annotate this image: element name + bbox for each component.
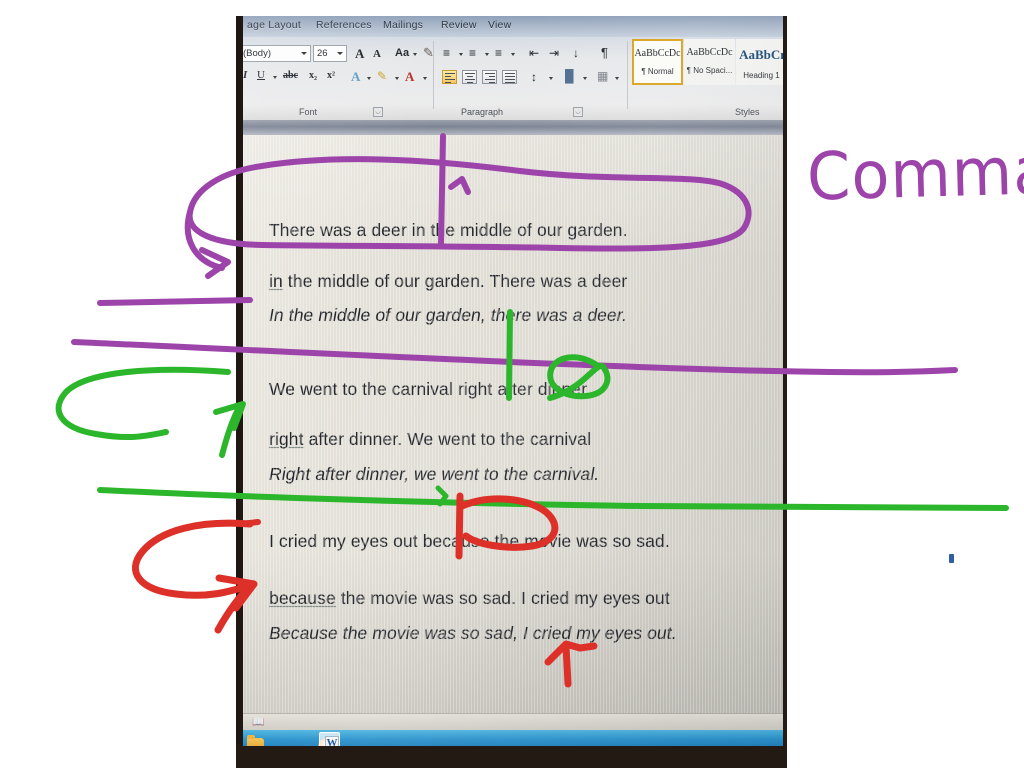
chevron-down-icon[interactable] — [549, 77, 553, 80]
show-formatting-marks-icon[interactable]: ¶ — [601, 46, 608, 59]
chevron-down-icon[interactable] — [615, 77, 619, 80]
shading-icon[interactable]: █ — [565, 70, 574, 82]
font-dialog-launcher[interactable]: ◡ — [373, 107, 383, 117]
chevron-down-icon — [301, 52, 307, 55]
line-spacing-icon[interactable]: ↕ — [531, 71, 537, 83]
chevron-down-icon[interactable] — [413, 53, 417, 56]
doc-line-deer-1: There was a deer in the middle of our ga… — [269, 220, 628, 240]
screen-bezel-bottom — [236, 744, 787, 768]
multilevel-list-icon[interactable]: ≡ — [495, 47, 502, 59]
group-separator — [627, 41, 628, 109]
style-normal[interactable]: AaBbCcDc ¶ Normal — [632, 39, 683, 85]
ribbon-body: (Body) 26 A A Aa ✎ I U abc x₂ x² A ✎ A F… — [243, 37, 783, 120]
taskbar-media-player[interactable] — [279, 732, 336, 746]
chevron-down-icon[interactable] — [583, 77, 587, 80]
purple-dash-line-3 — [97, 297, 253, 306]
ribbon: age Layout References Mailings Review Vi… — [243, 16, 783, 120]
numbering-icon[interactable]: ≡ — [469, 47, 476, 59]
sort-icon[interactable]: ↓ — [573, 47, 579, 59]
style-name: ¶ No Spaci... — [686, 66, 733, 75]
font-name-value: (Body) — [243, 48, 271, 59]
green-loop-left — [55, 366, 231, 441]
highlight-icon[interactable]: ✎ — [377, 70, 387, 82]
chevron-down-icon[interactable] — [511, 53, 515, 56]
purple-arrowhead-line-2 — [199, 247, 231, 279]
group-separator — [433, 41, 434, 109]
chevron-down-icon[interactable] — [423, 77, 427, 80]
doc-line-deer-3: In the middle of our garden, there was a… — [269, 305, 628, 325]
handwritten-note: Comma — [806, 132, 1024, 216]
doc-line-movie-2: because the movie was so sad. I cried my… — [269, 588, 670, 608]
bullets-icon[interactable]: ≡ — [443, 47, 450, 59]
purple-arrow-to-line-2 — [184, 209, 225, 271]
tab-view[interactable]: View — [488, 19, 511, 31]
ribbon-tab-strip: age Layout References Mailings Review Vi… — [243, 16, 783, 37]
align-center-icon[interactable] — [462, 70, 477, 84]
folder-icon — [247, 735, 264, 746]
handwritten-note-text: Comma — [806, 131, 1024, 216]
tab-references[interactable]: References — [316, 19, 372, 31]
styles-group-label: Styles — [735, 107, 760, 117]
chevron-down-icon[interactable] — [273, 76, 277, 79]
font-name-combo[interactable]: (Body) — [243, 45, 311, 62]
doc-line-movie-1: I cried my eyes out because the movie wa… — [269, 531, 670, 551]
italic-icon[interactable]: I — [243, 70, 247, 81]
document-ruler[interactable] — [243, 120, 783, 135]
change-case-icon[interactable]: Aa — [395, 48, 409, 59]
style-no-spacing[interactable]: AaBbCcDc ¶ No Spaci... — [684, 39, 735, 85]
style-sample: AaBbCcDc — [686, 47, 733, 58]
subscript-icon[interactable]: x₂ — [309, 71, 317, 81]
document-page[interactable]: There was a deer in the middle of our ga… — [243, 135, 783, 713]
doc-line-deer-2: in the middle of our garden. There was a… — [269, 271, 628, 291]
style-name: ¶ Normal — [641, 67, 674, 76]
windows-taskbar: W — [243, 730, 783, 746]
grow-font-icon[interactable]: A — [355, 47, 364, 60]
status-bar: 📖 — [243, 713, 783, 731]
paragraph-dialog-launcher[interactable]: ◡ — [573, 107, 583, 117]
underline-icon[interactable]: U — [257, 70, 265, 81]
taskbar-file-explorer[interactable] — [243, 732, 264, 746]
proofing-errors-icon[interactable]: 📖 — [252, 717, 264, 728]
borders-icon[interactable]: ▦ — [597, 70, 608, 82]
font-size-value: 26 — [317, 48, 328, 59]
align-left-icon[interactable] — [442, 70, 457, 84]
chevron-down-icon — [337, 52, 343, 55]
style-name: Heading 1 — [743, 71, 780, 80]
font-color-icon[interactable]: A — [405, 70, 414, 83]
word-icon: W — [325, 736, 339, 746]
style-sample: AaBbCı — [739, 47, 783, 62]
red-loop-left — [131, 519, 254, 599]
tab-mailings[interactable]: Mailings — [383, 19, 423, 31]
font-group-label: Font — [299, 107, 318, 117]
doc-line-carnival-3: Right after dinner, we went to the carni… — [269, 464, 600, 484]
superscript-icon[interactable]: x² — [327, 71, 335, 81]
paragraph-group-label: Paragraph — [461, 107, 504, 117]
style-heading-1[interactable]: AaBbCı Heading 1 — [736, 39, 783, 85]
tab-page-layout[interactable]: age Layout — [247, 19, 301, 31]
doc-line-carnival-2: right after dinner. We went to the carni… — [269, 429, 592, 449]
photo-of-laptop-screen: age Layout References Mailings Review Vi… — [236, 16, 787, 768]
font-size-combo[interactable]: 26 — [313, 45, 347, 62]
doc-line-movie-3: Because the movie was so sad, I cried my… — [269, 623, 677, 643]
chevron-down-icon[interactable] — [485, 53, 489, 56]
doc-line-carnival-1: We went to the carnival right after dinn… — [269, 379, 592, 399]
chevron-down-icon[interactable] — [395, 77, 399, 80]
tab-review[interactable]: Review — [441, 19, 477, 31]
align-right-icon[interactable] — [482, 70, 497, 84]
strikethrough-icon[interactable]: abc — [283, 71, 298, 81]
chevron-down-icon[interactable] — [459, 53, 463, 56]
style-sample: AaBbCcDc — [634, 48, 681, 59]
blue-dot-mark — [949, 554, 954, 563]
text-effects-icon[interactable]: A — [351, 70, 360, 83]
word-application-window: age Layout References Mailings Review Vi… — [243, 16, 783, 746]
justify-icon[interactable] — [502, 70, 517, 84]
chevron-down-icon[interactable] — [367, 77, 371, 80]
taskbar-word[interactable]: W — [319, 732, 340, 746]
shrink-font-icon[interactable]: A — [373, 49, 381, 60]
increase-indent-icon[interactable]: ⇥ — [549, 47, 559, 59]
decrease-indent-icon[interactable]: ⇤ — [529, 47, 539, 59]
